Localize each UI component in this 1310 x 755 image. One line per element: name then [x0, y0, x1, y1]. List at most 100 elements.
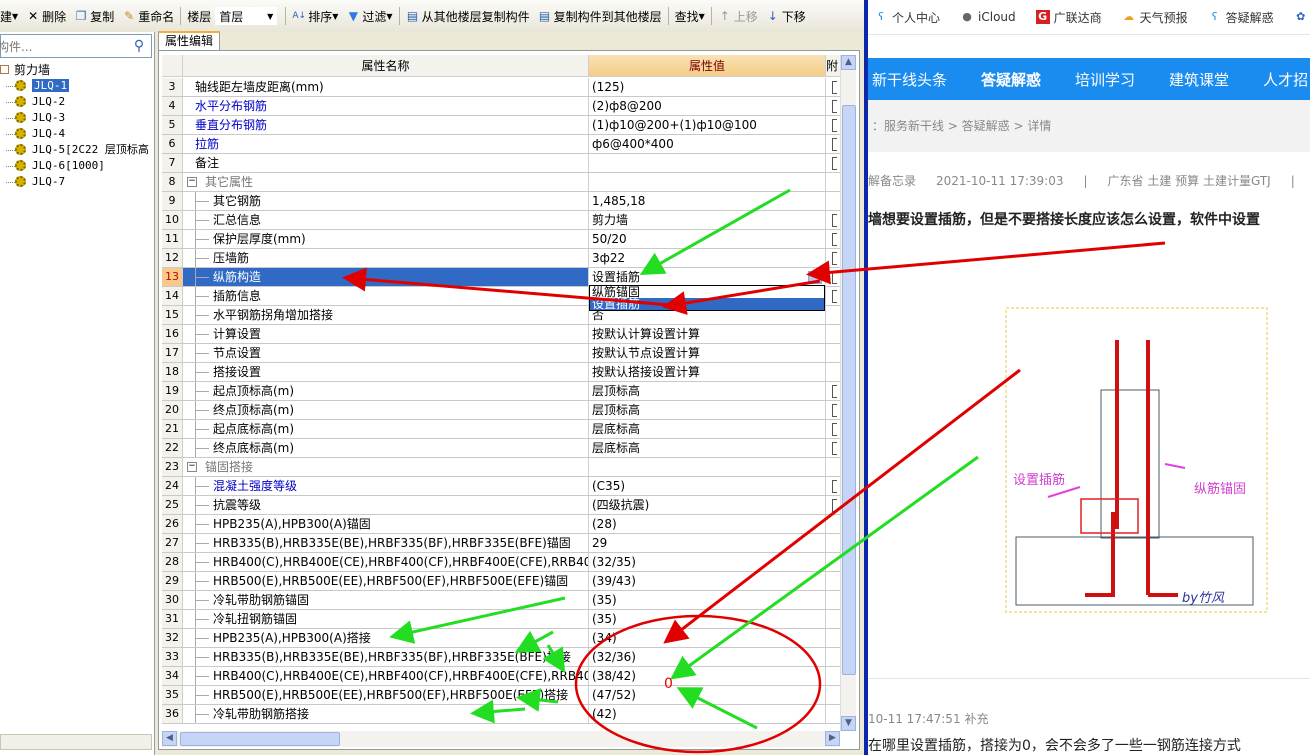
table-row[interactable]: 17 节点设置 按默认节点设置计算	[162, 344, 842, 363]
table-row[interactable]: 7 备注	[162, 154, 842, 173]
property-name[interactable]: 计算设置	[183, 325, 589, 343]
tree-item[interactable]: JLQ-3	[0, 110, 154, 126]
property-value[interactable]: 按默认搭接设置计算	[589, 363, 826, 381]
property-value[interactable]: 按默认计算设置计算	[589, 325, 826, 343]
table-row[interactable]: 31 冷轧扭钢筋锚固 (35)	[162, 610, 842, 629]
property-value[interactable]: 50/20	[589, 230, 826, 248]
attach-checkbox[interactable]	[831, 81, 837, 94]
property-name[interactable]: HRB500(E),HRB500E(EE),HRBF500(EF),HRBF50…	[183, 686, 589, 704]
property-name[interactable]: 水平钢筋拐角增加搭接	[183, 306, 589, 324]
property-name[interactable]: 抗震等级	[183, 496, 589, 514]
table-row[interactable]: 21 起点底标高(m) 层底标高	[162, 420, 842, 439]
attach-checkbox[interactable]	[831, 214, 837, 227]
property-value[interactable]: ф6@400*400	[589, 135, 826, 153]
floor-select[interactable]: 首层 ▼	[215, 7, 278, 25]
property-name[interactable]: HPB235(A),HPB300(A)搭接	[183, 629, 589, 647]
table-row[interactable]: 30 冷轧带肋钢筋锚固 (35)	[162, 591, 842, 610]
tree-item[interactable]: JLQ-6[1000]	[0, 158, 154, 174]
move-down-button[interactable]: ↓ 下移	[762, 4, 810, 28]
attach-checkbox[interactable]	[831, 404, 837, 417]
table-row[interactable]: 4 水平分布钢筋 (2)ф8@200	[162, 97, 842, 116]
property-name[interactable]: HRB400(C),HRB400E(CE),HRBF400(CF),HRBF40…	[183, 553, 589, 571]
property-name[interactable]: 起点顶标高(m)	[183, 382, 589, 400]
property-name[interactable]: 其它钢筋	[183, 192, 589, 210]
component-search-input[interactable]: 构件... ⚲	[0, 34, 152, 58]
property-value[interactable]: (32/36)	[589, 648, 826, 666]
table-row[interactable]: 26 HPB235(A),HPB300(A)锚固 (28)	[162, 515, 842, 534]
property-name[interactable]: 起点底标高(m)	[183, 420, 589, 438]
property-value[interactable]: 层顶标高	[589, 401, 826, 419]
collapse-icon[interactable]: −	[187, 177, 197, 187]
property-name[interactable]: 轴线距左墙皮距离(mm)	[183, 78, 589, 96]
property-value[interactable]: 剪力墙	[589, 211, 826, 229]
table-row[interactable]: 24 混凝土强度等级 (C35)	[162, 477, 842, 496]
copy-button[interactable]: ❐ 复制	[70, 4, 118, 28]
property-name[interactable]: 纵筋构造	[183, 268, 589, 286]
tree-item[interactable]: JLQ-1	[0, 78, 154, 94]
property-name[interactable]: 冷轧扭钢筋锚固	[183, 610, 589, 628]
property-name[interactable]: 搭接设置	[183, 363, 589, 381]
property-name[interactable]: 水平分布钢筋	[183, 97, 589, 115]
table-row[interactable]: 27 HRB335(B),HRB335E(BE),HRBF335(BF),HRBF…	[162, 534, 842, 553]
copy-to-floor-button[interactable]: ▤ 复制构件到其他楼层	[534, 4, 666, 28]
property-name[interactable]: HRB335(B),HRB335E(BE),HRBF335(BF),HRBF33…	[183, 534, 589, 552]
attach-checkbox[interactable]	[831, 290, 837, 303]
table-row[interactable]: 22 终点底标高(m) 层底标高	[162, 439, 842, 458]
property-value[interactable]: (28)	[589, 515, 826, 533]
table-row[interactable]: 16 计算设置 按默认计算设置计算	[162, 325, 842, 344]
property-value[interactable]: (32/35)	[589, 553, 826, 571]
table-row[interactable]: 23− 锚固搭接	[162, 458, 842, 477]
dropdown-option-dowel[interactable]: 设置插筋	[590, 298, 824, 310]
table-row[interactable]: 20 终点顶标高(m) 层顶标高	[162, 401, 842, 420]
property-value[interactable]: 层顶标高	[589, 382, 826, 400]
property-name[interactable]: 压墙筋	[183, 249, 589, 267]
property-name[interactable]: 垂直分布钢筋	[183, 116, 589, 134]
sort-button[interactable]: A↓ 排序 ▼	[288, 4, 342, 28]
property-name[interactable]: 保护层厚度(mm)	[183, 230, 589, 248]
tree-item[interactable]: JLQ-4	[0, 126, 154, 142]
table-row[interactable]: 8− 其它属性	[162, 173, 842, 192]
property-value[interactable]: (1)ф10@200+(1)ф10@100	[589, 116, 826, 134]
attach-checkbox[interactable]	[831, 119, 837, 132]
property-value[interactable]: 层底标高	[589, 439, 826, 457]
table-row[interactable]: 11 保护层厚度(mm) 50/20	[162, 230, 842, 249]
tree-item[interactable]: JLQ-2	[0, 94, 154, 110]
table-row[interactable]: 12 压墙筋 3ф22	[162, 249, 842, 268]
property-value[interactable]: 1,485,18	[589, 192, 826, 210]
property-value[interactable]: (125)	[589, 78, 826, 96]
bookmark-personal[interactable]: ʕ 个人中心	[874, 9, 940, 26]
table-row[interactable]: 6 拉筋 ф6@400*400	[162, 135, 842, 154]
table-row[interactable]: 25 抗震等级 (四级抗震)	[162, 496, 842, 515]
attach-checkbox[interactable]	[831, 480, 837, 493]
property-name[interactable]: 冷轧带肋钢筋搭接	[183, 705, 589, 723]
property-name[interactable]: HPB235(A),HPB300(A)锚固	[183, 515, 589, 533]
horizontal-scrollbar[interactable]: ◀ ▶	[162, 731, 840, 747]
tree-root-shear-wall[interactable]: 剪力墙	[0, 62, 154, 78]
table-row[interactable]: 36 冷轧带肋钢筋搭接 (42)	[162, 705, 842, 724]
property-name[interactable]: − 锚固搭接	[183, 458, 589, 476]
attach-checkbox[interactable]	[831, 138, 837, 151]
table-row[interactable]: 28 HRB400(C),HRB400E(CE),HRBF400(CF),HRBF…	[162, 553, 842, 572]
bookmark-baidu[interactable]: ✿百度	[1294, 9, 1310, 26]
property-name[interactable]: HRB335(B),HRB335E(BE),HRBF335(BF),HRBF33…	[183, 648, 589, 666]
bookmark-weather[interactable]: ☁ 天气预报	[1122, 9, 1188, 26]
delete-button[interactable]: ✕ 删除	[22, 4, 70, 28]
property-name[interactable]: 冷轧带肋钢筋锚固	[183, 591, 589, 609]
bookmark-icloud[interactable]: ● iCloud	[960, 10, 1015, 24]
tab-property-editor[interactable]: 属性编辑	[158, 31, 220, 51]
property-value[interactable]: (35)	[589, 591, 826, 609]
property-value[interactable]: (47/52)	[589, 686, 826, 704]
property-value[interactable]: 设置插筋	[589, 268, 826, 286]
property-value[interactable]: (42)	[589, 705, 826, 723]
tree-item[interactable]: JLQ-5[2C22 层顶标高	[0, 142, 154, 158]
property-value[interactable]: (35)	[589, 610, 826, 628]
nav-headlines[interactable]: 新干线头条	[872, 69, 947, 90]
vertical-scrollbar[interactable]: ▲ ▼	[840, 55, 856, 731]
property-name[interactable]: 节点设置	[183, 344, 589, 362]
nav-classroom[interactable]: 建筑课堂	[1169, 69, 1229, 90]
table-row[interactable]: 19 起点顶标高(m) 层顶标高	[162, 382, 842, 401]
attach-checkbox[interactable]	[831, 442, 837, 455]
bookmark-qa[interactable]: ʕ 答疑解惑	[1208, 9, 1274, 26]
rename-button[interactable]: ✎ 重命名	[118, 4, 178, 28]
property-value[interactable]: (2)ф8@200	[589, 97, 826, 115]
